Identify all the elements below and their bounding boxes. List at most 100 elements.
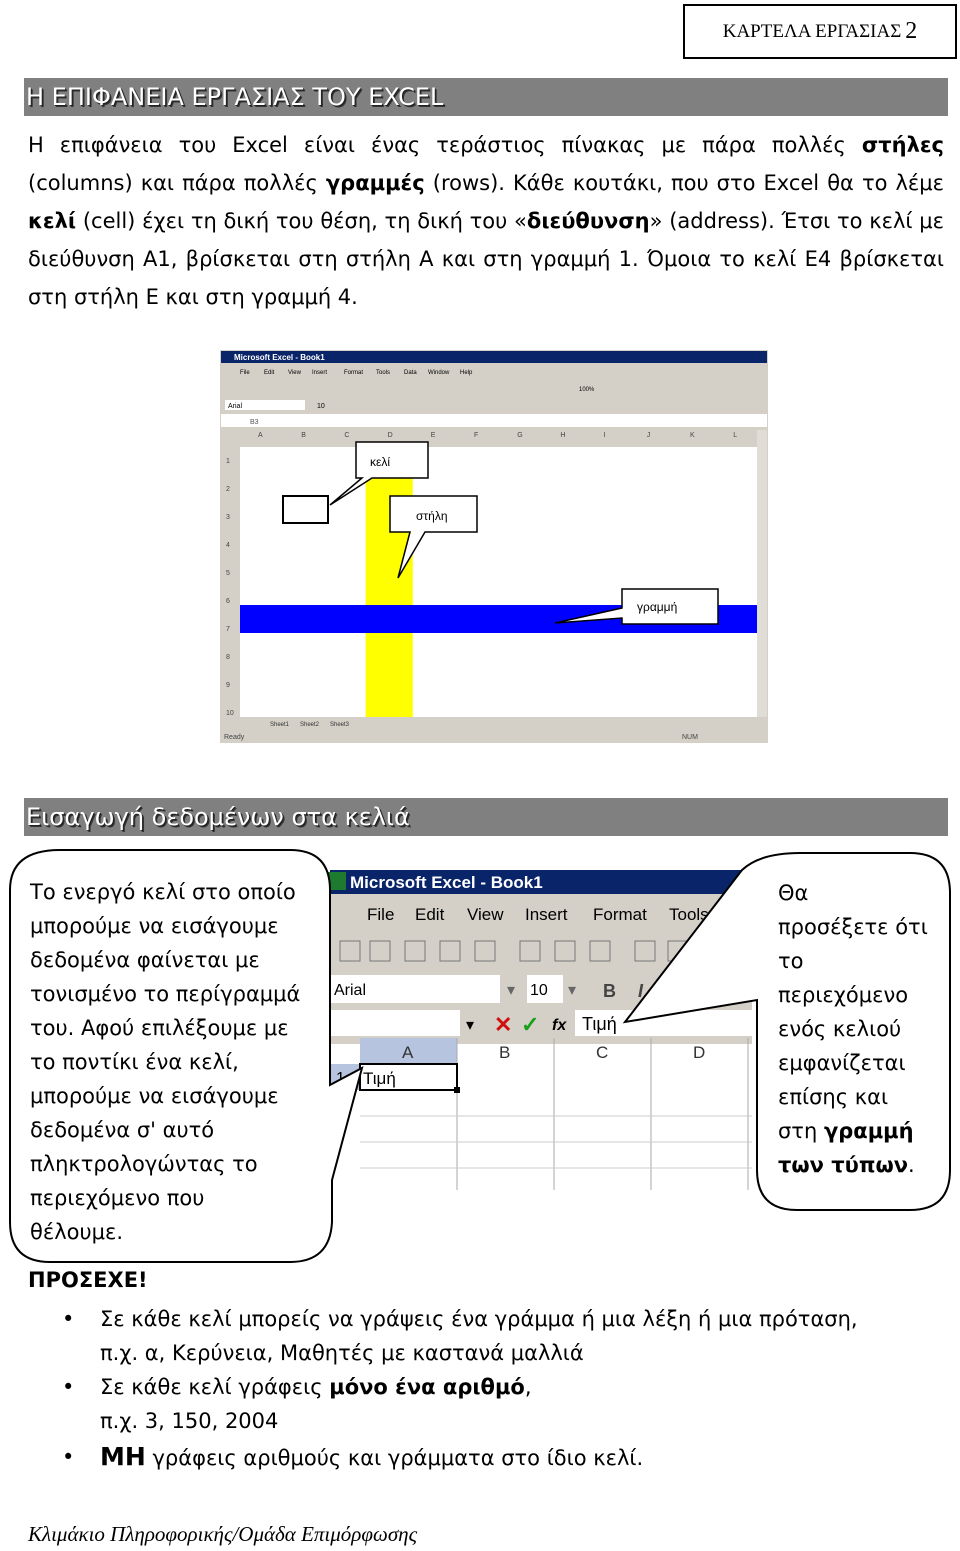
cell-a1-value: Τιμή xyxy=(363,1069,396,1088)
font-name: Arial xyxy=(334,982,366,999)
sheet-tab[interactable]: Sheet3 xyxy=(330,722,350,728)
bullet-text: π.χ. α, Κερύνεια, Μαθητές με καστανά μαλ… xyxy=(100,1341,584,1365)
callout-line: τονισμένο το περίγραμμά xyxy=(30,982,301,1006)
column-header[interactable]: C xyxy=(596,1043,608,1062)
insert-function-icon[interactable]: fx xyxy=(552,1017,567,1034)
bullet-text: γράφεις αριθμούς και γράμματα στο ίδιο κ… xyxy=(145,1446,644,1470)
row-header[interactable]: 10 xyxy=(226,710,234,717)
row-header[interactable]: 5 xyxy=(226,570,230,577)
formula-bar[interactable] xyxy=(221,414,767,427)
highlighted-column xyxy=(365,447,413,717)
callout-line: το xyxy=(778,949,804,973)
section-title-text: Εισαγωγή δεδομένων στα κελιά xyxy=(26,803,410,831)
column-header[interactable]: B xyxy=(301,432,306,439)
bullet-text: Σε κάθε κελί γράφεις xyxy=(100,1375,330,1399)
row-header[interactable]: 7 xyxy=(226,626,230,633)
menu-item[interactable]: Format xyxy=(593,905,647,924)
callout-text: στη xyxy=(778,1119,824,1143)
callout-active-cell-text: Το ενεργό κελί στο οποίο μπορούμε να εισά… xyxy=(30,875,300,1249)
attention-heading: ΠΡΟΣΕΧΕ! xyxy=(28,1268,148,1292)
callout-line: επίσης και xyxy=(778,1085,889,1109)
menu-item[interactable]: Tools xyxy=(376,370,390,376)
callout-formula-bar-text: Θα προσέξετε ότι το περιεχόμενο ενός κελιού ε… xyxy=(778,876,928,1182)
column-header[interactable]: H xyxy=(560,432,565,439)
bullet-bold: ΜΗ xyxy=(100,1442,146,1471)
callout-line: το ποντίκι ένα κελί, xyxy=(30,1050,239,1074)
bullet-icon: • xyxy=(62,1307,75,1331)
bullet-text: , xyxy=(524,1375,532,1399)
bullet-icon: • xyxy=(62,1445,75,1469)
font-size: 10 xyxy=(317,403,325,410)
callout-bold: των τύπων xyxy=(778,1153,909,1177)
callout-line: δεδομένα φαίνεται με xyxy=(30,948,260,972)
size-dropdown-icon[interactable]: ▾ xyxy=(568,982,576,999)
sheet-tab[interactable]: Sheet2 xyxy=(300,722,320,728)
font-dropdown-icon[interactable]: ▾ xyxy=(507,982,515,999)
menu-item[interactable]: File xyxy=(240,370,250,376)
column-header[interactable]: E xyxy=(431,432,436,439)
menu-item[interactable]: View xyxy=(467,905,504,924)
menu-item[interactable]: Insert xyxy=(525,905,568,924)
menu-item[interactable]: View xyxy=(288,370,302,376)
row-header[interactable]: 2 xyxy=(226,486,230,493)
window-title: Microsoft Excel - Book1 xyxy=(234,353,325,362)
callout-line: ενός κελιού xyxy=(778,1017,902,1041)
column-header[interactable]: C xyxy=(344,432,349,439)
column-header[interactable]: D xyxy=(388,432,393,439)
bullet-bold: μόνο ένα αριθμό xyxy=(329,1375,525,1399)
status-text: Ready xyxy=(224,734,245,741)
column-header[interactable]: B xyxy=(499,1043,510,1062)
callout-bold: γραμμή xyxy=(823,1119,914,1143)
grid-area[interactable] xyxy=(240,447,757,717)
column-header[interactable]: D xyxy=(693,1043,705,1062)
row-header[interactable]: 9 xyxy=(226,682,230,689)
name-box[interactable] xyxy=(330,1010,460,1036)
menu-item[interactable]: File xyxy=(367,905,394,924)
column-header[interactable]: G xyxy=(517,432,522,439)
menu-item[interactable]: Window xyxy=(428,370,450,376)
column-header[interactable]: A xyxy=(258,432,263,439)
callout-line: προσέξετε ότι xyxy=(778,915,928,939)
namebox-dropdown-icon[interactable]: ▾ xyxy=(466,1017,474,1034)
callout-line: περιεχόμενο xyxy=(778,983,909,1007)
bold-button[interactable]: B xyxy=(603,981,616,1001)
menu-item[interactable]: Data xyxy=(404,370,417,376)
section-title-data-entry: Εισαγωγή δεδομένων στα κελιά xyxy=(24,798,948,836)
callout-line: του. Αφού επιλέξουμε με xyxy=(30,1016,289,1040)
callout-line: δεδομένα σ' αυτό xyxy=(30,1118,215,1142)
sheet-tab[interactable]: Sheet1 xyxy=(270,722,290,728)
menu-item[interactable]: Insert xyxy=(312,370,327,376)
column-header[interactable]: J xyxy=(647,432,651,439)
row-header[interactable]: 8 xyxy=(226,654,230,661)
fill-handle[interactable] xyxy=(454,1087,460,1093)
cancel-icon[interactable]: ✕ xyxy=(494,1012,512,1037)
column-header[interactable]: F xyxy=(474,432,478,439)
callout-line: μπορούμε να εισάγουμε xyxy=(30,914,279,938)
callout-line: περιεχόμενο που xyxy=(30,1186,205,1210)
column-header[interactable]: A xyxy=(402,1043,414,1062)
name-box[interactable]: B3 xyxy=(250,419,259,426)
column-header[interactable]: L xyxy=(733,432,737,439)
excel-screenshot-1: Microsoft Excel - Book1 File Edit View Inse… xyxy=(220,350,768,743)
menu-item[interactable]: Help xyxy=(460,370,473,376)
row-header[interactable]: 3 xyxy=(226,514,230,521)
column-header[interactable]: I xyxy=(604,432,606,439)
menu-item[interactable]: Format xyxy=(344,370,363,376)
enter-icon[interactable]: ✓ xyxy=(521,1012,539,1037)
font-size: 10 xyxy=(530,982,548,999)
bullet-text: Σε κάθε κελί μπορείς να γράψεις ένα γράμ… xyxy=(100,1307,858,1331)
callout-text: . xyxy=(908,1153,915,1177)
menu-item[interactable]: Edit xyxy=(415,905,445,924)
callout-line: θέλουμε. xyxy=(30,1220,124,1244)
callout-line: πληκτρολογώντας το xyxy=(30,1152,258,1176)
formula-content: Τιμή xyxy=(582,1014,617,1034)
row-header[interactable]: 1 xyxy=(226,458,230,465)
menu-item[interactable]: Edit xyxy=(264,370,275,376)
row-header[interactable]: 4 xyxy=(226,542,230,549)
row-header[interactable]: 6 xyxy=(226,598,230,605)
column-header[interactable]: K xyxy=(690,432,695,439)
zoom-level: 100% xyxy=(579,387,595,393)
callout-row-text: γραμμή xyxy=(637,600,677,614)
vertical-scrollbar[interactable] xyxy=(757,430,767,717)
callout-line: εμφανίζεται xyxy=(778,1051,906,1075)
